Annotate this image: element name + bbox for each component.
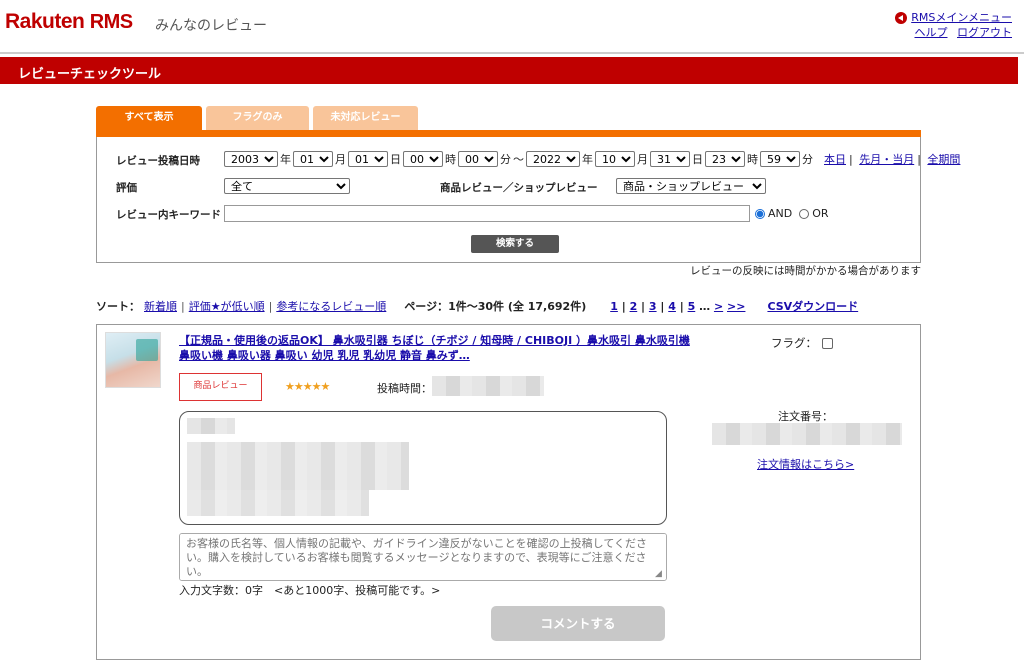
rating-label: 評価 [116, 182, 137, 194]
header-links: RMSメインメニュー ヘルプ ログアウト [895, 10, 1012, 40]
rakuten-rms-logo: Rakuten RMS [5, 10, 133, 34]
keyword-mode: AND OR [755, 207, 829, 220]
sort-low-rating[interactable]: 評価★が低い順 [189, 298, 265, 314]
next-page[interactable]: > [714, 300, 723, 313]
unit-year: 年 [280, 153, 291, 166]
page-title: レビューチェックツール [0, 57, 1018, 84]
rating-select[interactable]: 全て [224, 178, 350, 194]
header-divider [0, 52, 1024, 54]
or-label: OR [812, 207, 829, 220]
review-title-redacted [187, 418, 235, 434]
flag-control: フラグ： [771, 335, 833, 351]
page-3[interactable]: 3 [649, 300, 657, 313]
post-time-label: 投稿時間： [377, 382, 432, 395]
unit-hour: 時 [747, 153, 758, 166]
review-type-label: 商品レビュー／ショップレビュー [440, 182, 598, 194]
from-year-select[interactable]: 2003 [224, 151, 278, 167]
logo-rms: RMS [89, 11, 133, 33]
unit-day: 日 [692, 153, 703, 166]
from-hour-select[interactable]: 00 [403, 151, 443, 167]
unit-month: 月 [335, 153, 346, 166]
from-day-select[interactable]: 01 [348, 151, 388, 167]
today-link[interactable]: 本日 [824, 153, 846, 166]
comment-textarea[interactable] [179, 533, 667, 581]
rms-main-menu-link[interactable]: RMSメインメニュー [911, 10, 1012, 25]
order-number-redacted [712, 423, 902, 445]
to-hour-select[interactable]: 23 [705, 151, 745, 167]
char-count: 入力文字数：0字 <あと1000字、投稿可能です。> [179, 584, 441, 597]
last-this-month-link[interactable]: 先月・当月 [859, 153, 914, 166]
star-rating: ★★★★★ [285, 380, 330, 393]
tab-flag-only[interactable]: フラグのみ [206, 106, 309, 130]
page-2[interactable]: 2 [630, 300, 638, 313]
pagination-ellipsis: … [699, 299, 711, 313]
flag-checkbox[interactable] [822, 337, 833, 349]
logo-main: Rakuten [5, 10, 85, 33]
to-minute-select[interactable]: 59 [760, 151, 800, 167]
order-info-link[interactable]: 注文情報はこちら> [757, 456, 854, 472]
unit-hour: 時 [445, 153, 456, 166]
back-arrow-icon [895, 11, 908, 24]
keyword-label: レビュー内キーワード [116, 209, 221, 221]
range-tilde: ～ [513, 153, 524, 166]
resize-handle-icon[interactable]: ◢ [655, 569, 662, 579]
post-time-value-redacted [432, 376, 544, 396]
date-range: 2003 年 01 月 01 日 00 時 00 分 ～ 2022 年 10 月… [224, 151, 963, 167]
page-5[interactable]: 5 [688, 300, 696, 313]
date-label: レビュー投稿日時 [116, 155, 200, 167]
quick-date-links: 本日 | 先月・当月 | 全期間 [824, 153, 961, 166]
unit-year: 年 [582, 153, 593, 166]
last-page[interactable]: >> [727, 300, 745, 313]
review-type-badge: 商品レビュー [179, 373, 262, 401]
from-month-select[interactable]: 01 [293, 151, 333, 167]
comment-button[interactable]: コメントする [491, 606, 665, 641]
product-title-link[interactable]: 【正規品・使用後の返品OK】 鼻水吸引器 ちぼじ（チボジ / 知母時 / CHI… [179, 333, 699, 363]
tab-all[interactable]: すべて表示 [96, 106, 202, 130]
review-type-select[interactable]: 商品・ショップレビュー [616, 178, 766, 194]
to-month-select[interactable]: 10 [595, 151, 635, 167]
logout-link[interactable]: ログアウト [957, 26, 1012, 39]
page-info: ページ：1件〜30件 (全 17,692件) [404, 300, 587, 313]
all-period-link[interactable]: 全期間 [927, 153, 960, 166]
tab-strip [96, 130, 921, 137]
unit-month: 月 [637, 153, 648, 166]
page-1[interactable]: 1 [610, 300, 618, 313]
page-4[interactable]: 4 [668, 300, 676, 313]
or-radio[interactable] [799, 208, 810, 219]
review-text-redacted [187, 442, 409, 490]
sort-label: ソート： [96, 300, 140, 313]
unit-minute: 分 [500, 153, 511, 166]
tab-unhandled[interactable]: 未対応レビュー [313, 106, 418, 130]
unit-minute: 分 [802, 153, 813, 166]
keyword-input[interactable] [224, 205, 750, 222]
help-link[interactable]: ヘルプ [915, 26, 948, 39]
sort-newest[interactable]: 新着順 [144, 298, 177, 314]
to-year-select[interactable]: 2022 [526, 151, 580, 167]
review-text-redacted [187, 490, 369, 516]
csv-download-link[interactable]: CSVダウンロード [767, 298, 858, 314]
sort-bar: ソート： 新着順 | 評価★が低い順 | 参考になるレビュー順 ページ：1件〜30件… [96, 298, 859, 314]
and-radio[interactable] [755, 208, 765, 219]
order-number-label: 注文番号： [778, 410, 833, 423]
flag-label: フラグ： [771, 336, 817, 350]
unit-day: 日 [390, 153, 401, 166]
pagination: 1 | 2 | 3 | 4 | 5 … > >> [610, 299, 746, 313]
from-minute-select[interactable]: 00 [458, 151, 498, 167]
search-button[interactable]: 検索する [471, 235, 559, 253]
to-day-select[interactable]: 31 [650, 151, 690, 167]
sort-helpful[interactable]: 参考になるレビュー順 [276, 298, 386, 314]
logo-subtitle: みんなのレビュー [155, 18, 267, 34]
product-thumbnail[interactable] [105, 332, 161, 388]
reflection-note: レビューの反映には時間がかかる場合があります [690, 265, 921, 277]
and-label: AND [768, 207, 793, 220]
